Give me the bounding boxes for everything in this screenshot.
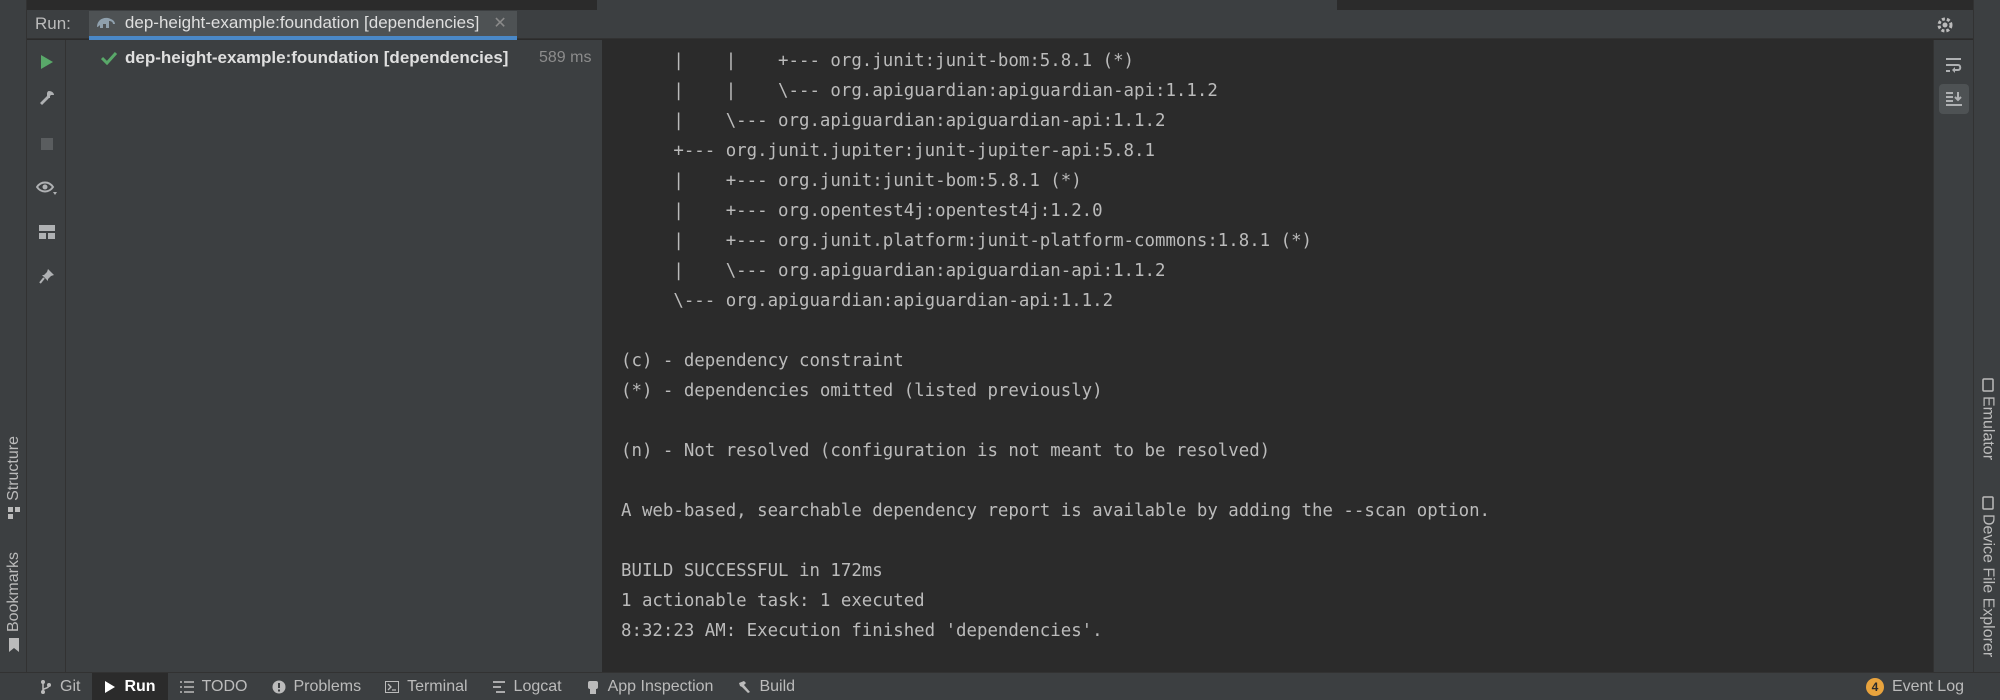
device-file-explorer-tab-label: Device File Explorer xyxy=(1979,514,1997,658)
console-line: 1 actionable task: 1 executed xyxy=(621,591,925,611)
tree-item-duration: 589 ms xyxy=(539,49,592,66)
terminal-tool-button[interactable]: Terminal xyxy=(373,673,479,700)
pin-tab-button[interactable] xyxy=(27,260,66,292)
run-toolbar xyxy=(27,40,66,672)
event-log-button[interactable]: 4 Event Log xyxy=(1865,673,1964,700)
run-play-icon xyxy=(105,680,116,693)
console-line: (c) - dependency constraint xyxy=(621,351,904,371)
run-tool-button[interactable]: Run xyxy=(92,672,168,700)
stop-icon xyxy=(40,138,53,150)
emulator-tool-tab[interactable]: Emulator xyxy=(1974,378,2000,460)
device-file-explorer-icon xyxy=(1981,496,1994,510)
app-inspection-tool-button[interactable]: App Inspection xyxy=(574,673,726,700)
tree-item-task[interactable]: dep-height-example:foundation [dependenc… xyxy=(66,46,603,70)
run-tab-title: dep-height-example:foundation [dependenc… xyxy=(124,13,480,32)
eye-icon xyxy=(35,181,57,195)
settings-gear-icon[interactable] xyxy=(1936,16,1954,34)
run-tool-window-header: Run: dep-height-example:foundation [depe… xyxy=(27,10,2000,40)
close-tab-icon[interactable]: ✕ xyxy=(493,13,506,33)
scroll-to-end-icon xyxy=(1946,92,1962,106)
device-file-explorer-tool-tab[interactable]: Device File Explorer xyxy=(1974,496,2000,657)
logcat-tool-label: Logcat xyxy=(513,677,562,695)
git-tool-label: Git xyxy=(60,677,81,695)
console-line: | +--- org.opentest4j:opentest4j:1.2.0 xyxy=(621,201,1103,221)
structure-icon xyxy=(7,506,20,519)
console-line: | \--- org.apiguardian:apiguardian-api:1… xyxy=(621,261,1166,281)
bottom-tool-bar: Git Run TODO Problems Terminal Logcat Ap… xyxy=(0,672,2000,700)
build-tool-label: Build xyxy=(759,677,796,695)
todo-list-icon xyxy=(179,680,194,693)
terminal-tool-label: Terminal xyxy=(407,677,468,695)
console-line: | \--- org.apiguardian:apiguardian-api:1… xyxy=(621,111,1166,131)
run-label: Run: xyxy=(35,14,71,33)
git-branch-icon xyxy=(41,679,51,694)
build-hammer-icon xyxy=(739,680,751,693)
bookmarks-tab-label: Bookmarks xyxy=(4,552,22,633)
bookmarks-tool-tab[interactable]: Bookmarks xyxy=(0,552,27,653)
left-tool-strip: Structure Bookmarks xyxy=(0,0,27,672)
wrench-icon xyxy=(39,91,54,105)
tree-item-label: dep-height-example:foundation [dependenc… xyxy=(125,48,509,67)
console-line: | | \--- org.apiguardian:apiguardian-api… xyxy=(621,81,1218,101)
console-line: | +--- org.junit.platform:junit-platform… xyxy=(621,231,1313,251)
emulator-tab-label: Emulator xyxy=(1979,396,1997,461)
problems-tool-button[interactable]: Problems xyxy=(260,673,374,700)
run-tree-panel: dep-height-example:foundation [dependenc… xyxy=(66,40,603,672)
console-line: \--- org.apiguardian:apiguardian-api:1.1… xyxy=(621,291,1114,311)
console-line: | +--- org.junit:junit-bom:5.8.1 (*) xyxy=(621,171,1082,191)
layout-icon xyxy=(38,225,55,239)
console-output[interactable]: | | +--- org.junit:junit-bom:5.8.1 (*) |… xyxy=(603,40,1933,672)
soft-wrap-icon xyxy=(1946,58,1962,73)
logcat-icon xyxy=(492,680,505,693)
app-inspection-tool-label: App Inspection xyxy=(607,677,714,695)
logcat-tool-button[interactable]: Logcat xyxy=(480,673,574,700)
layout-button[interactable] xyxy=(27,216,66,248)
todo-tool-label: TODO xyxy=(201,677,248,695)
right-tool-strip: Emulator Device File Explorer xyxy=(1973,0,2000,672)
console-line: +--- org.junit.jupiter:junit-jupiter-api… xyxy=(621,141,1155,161)
rerun-button[interactable] xyxy=(27,46,66,78)
structure-tab-label: Structure xyxy=(4,436,22,501)
terminal-icon xyxy=(385,680,400,693)
console-line: (n) - Not resolved (configuration is not… xyxy=(621,441,1271,461)
console-line: (*) - dependencies omitted (listed previ… xyxy=(621,381,1103,401)
event-count-badge: 4 xyxy=(1865,678,1884,696)
run-tool-label: Run xyxy=(124,677,156,695)
run-config-tab[interactable]: dep-height-example:foundation [dependenc… xyxy=(88,10,517,40)
success-check-icon xyxy=(101,51,117,65)
editor-tab-strip xyxy=(597,0,1337,10)
show-options-button[interactable] xyxy=(27,172,66,204)
bookmark-icon xyxy=(8,638,19,653)
edit-configuration-button[interactable] xyxy=(27,82,66,114)
app-inspection-icon xyxy=(587,680,598,694)
todo-tool-button[interactable]: TODO xyxy=(168,673,260,700)
console-line: BUILD SUCCESSFUL in 172ms xyxy=(621,561,883,581)
console-line: | | +--- org.junit:junit-bom:5.8.1 (*) xyxy=(621,51,1135,71)
structure-tool-tab[interactable]: Structure xyxy=(0,436,27,519)
console-line: A web-based, searchable dependency repor… xyxy=(621,501,1491,521)
gradle-elephant-icon xyxy=(96,17,115,28)
build-tool-button[interactable]: Build xyxy=(725,673,807,700)
problems-tool-label: Problems xyxy=(293,677,362,695)
pin-icon xyxy=(38,269,54,284)
emulator-icon xyxy=(1981,378,1994,392)
console-side-toolbar xyxy=(1933,40,1973,672)
scroll-to-end-button[interactable] xyxy=(1939,84,1969,114)
problems-info-icon xyxy=(272,680,285,693)
play-icon xyxy=(40,55,53,69)
git-tool-button[interactable]: Git xyxy=(28,673,92,700)
editor-remnant-strip xyxy=(27,0,2000,10)
soft-wrap-button[interactable] xyxy=(1939,50,1969,80)
console-line: 8:32:23 AM: Execution finished 'dependen… xyxy=(621,621,1103,641)
stop-button[interactable] xyxy=(27,128,66,160)
event-log-label: Event Log xyxy=(1891,678,1964,695)
